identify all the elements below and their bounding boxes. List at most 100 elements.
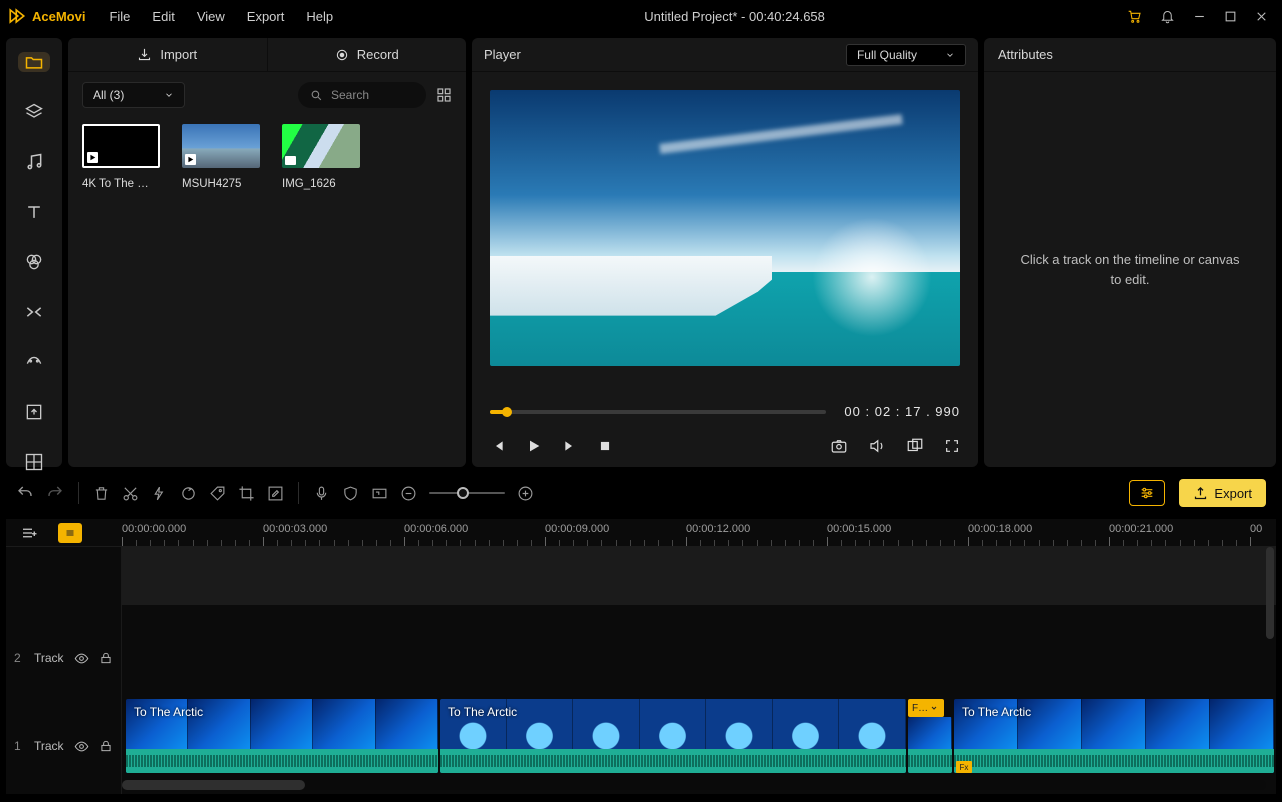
mic-icon[interactable] — [313, 485, 330, 502]
clip[interactable] — [908, 717, 952, 773]
media-item[interactable]: 4K To The … — [82, 124, 162, 190]
stop-icon[interactable] — [598, 439, 612, 453]
time-ruler[interactable]: 00:00:00.000 00:00:03.000 00:00:06.000 0… — [122, 519, 1276, 546]
fx-badge[interactable]: Fx — [956, 761, 972, 773]
nav-audio[interactable] — [18, 152, 50, 172]
speed-icon[interactable] — [151, 485, 168, 502]
empty-lane[interactable] — [122, 547, 1276, 605]
nav-overlay[interactable] — [18, 402, 50, 422]
ruler-label: 00:00:06.000 — [404, 523, 468, 535]
fx-chip[interactable]: F… — [908, 699, 944, 717]
scroll-thumb[interactable] — [122, 780, 305, 790]
progress-track[interactable] — [490, 410, 826, 414]
timeline-settings[interactable] — [1129, 480, 1165, 506]
crop-icon[interactable] — [238, 485, 255, 502]
clip-title: To The Arctic — [134, 705, 203, 719]
nav-transitions[interactable] — [18, 302, 50, 322]
attributes-title: Attributes — [998, 47, 1053, 62]
media-thumb[interactable] — [82, 124, 160, 168]
eye-icon[interactable] — [74, 651, 89, 666]
menu-file[interactable]: File — [99, 5, 140, 28]
zoom-in-icon[interactable] — [517, 485, 534, 502]
fullscreen-icon[interactable] — [944, 438, 960, 454]
nav-media[interactable] — [18, 52, 50, 72]
prev-frame-icon[interactable] — [490, 438, 506, 454]
track-options-icon[interactable] — [20, 524, 38, 542]
tag-icon[interactable] — [209, 485, 226, 502]
grid-view-icon[interactable] — [436, 87, 452, 103]
play-icon[interactable] — [526, 438, 542, 454]
record-icon — [335, 48, 349, 62]
cart-icon[interactable] — [1126, 8, 1142, 24]
scroll-thumb[interactable] — [1266, 547, 1274, 639]
trash-icon[interactable] — [93, 485, 110, 502]
quality-select[interactable]: Full Quality — [846, 44, 966, 66]
close-icon[interactable] — [1255, 10, 1268, 23]
track-lane-2[interactable] — [122, 609, 1276, 677]
progress-knob[interactable] — [502, 407, 512, 417]
tab-record-label: Record — [357, 47, 399, 62]
menu-view[interactable]: View — [187, 5, 235, 28]
media-item[interactable]: MSUH4275 — [182, 124, 262, 190]
vertical-scrollbar[interactable] — [1266, 547, 1274, 778]
nav-layers[interactable] — [18, 102, 50, 122]
attributes-header: Attributes — [984, 38, 1276, 72]
transitions-icon — [24, 302, 44, 322]
clip[interactable]: To The Arctic — [126, 699, 438, 773]
text-icon — [24, 202, 44, 222]
zoom-knob[interactable] — [457, 487, 469, 499]
player-progress[interactable]: 00 : 02 : 17 . 990 — [490, 404, 960, 419]
media-filter[interactable]: All (3) — [82, 82, 185, 108]
next-frame-icon[interactable] — [562, 438, 578, 454]
track-header: 2 Track — [6, 643, 122, 673]
menu-edit[interactable]: Edit — [142, 5, 184, 28]
nav-animations[interactable] — [18, 352, 50, 372]
folder-icon — [24, 52, 44, 72]
lock-icon[interactable] — [99, 739, 113, 753]
zoom-slider[interactable] — [429, 492, 505, 494]
chevron-down-icon — [930, 704, 938, 712]
export-button[interactable]: Export — [1179, 479, 1266, 507]
tab-record[interactable]: Record — [267, 38, 467, 71]
tab-import[interactable]: Import — [68, 38, 267, 71]
media-thumb[interactable] — [182, 124, 260, 168]
nav-split[interactable] — [18, 452, 50, 472]
clip[interactable]: To The Arctic — [954, 699, 1274, 773]
preview-canvas[interactable] — [490, 90, 960, 366]
aspect-icon[interactable] — [371, 485, 388, 502]
shield-icon[interactable] — [342, 485, 359, 502]
zoom-out-icon[interactable] — [400, 485, 417, 502]
media-search[interactable]: Search — [298, 82, 426, 108]
player-header: Player Full Quality — [472, 38, 978, 72]
compare-icon[interactable] — [906, 437, 924, 455]
playhead-marker[interactable] — [58, 523, 82, 543]
export-icon — [1193, 486, 1208, 501]
horizontal-scrollbar[interactable] — [122, 780, 1266, 790]
maximize-icon[interactable] — [1224, 10, 1237, 23]
preview-area[interactable] — [490, 90, 960, 380]
media-item[interactable]: IMG_1626 — [282, 124, 362, 190]
bell-icon[interactable] — [1160, 9, 1175, 24]
snapshot-icon[interactable] — [830, 437, 848, 455]
volume-icon[interactable] — [868, 437, 886, 455]
ruler-label: 00:00:03.000 — [263, 523, 327, 535]
undo-icon[interactable] — [16, 484, 34, 502]
redo-icon[interactable] — [46, 484, 64, 502]
rotate-icon[interactable] — [180, 485, 197, 502]
track-lane-1[interactable]: To The Arctic To The Arctic F… To The Ar… — [122, 697, 1276, 775]
media-label: IMG_1626 — [282, 178, 362, 190]
titlebar: AceMovi File Edit View Export Help Untit… — [0, 0, 1282, 32]
menu-help[interactable]: Help — [296, 5, 343, 28]
media-thumb[interactable] — [282, 124, 360, 168]
nav-filters[interactable] — [18, 252, 50, 272]
eye-icon[interactable] — [74, 739, 89, 754]
lock-icon[interactable] — [99, 651, 113, 665]
media-panel: Import Record All (3) Search — [68, 38, 466, 467]
edit-icon[interactable] — [267, 485, 284, 502]
nav-text[interactable] — [18, 202, 50, 222]
ruler-label: 00:00:00.000 — [122, 523, 186, 535]
cut-icon[interactable] — [122, 485, 139, 502]
minimize-icon[interactable] — [1193, 10, 1206, 23]
menu-export[interactable]: Export — [237, 5, 295, 28]
clip[interactable]: To The Arctic — [440, 699, 906, 773]
